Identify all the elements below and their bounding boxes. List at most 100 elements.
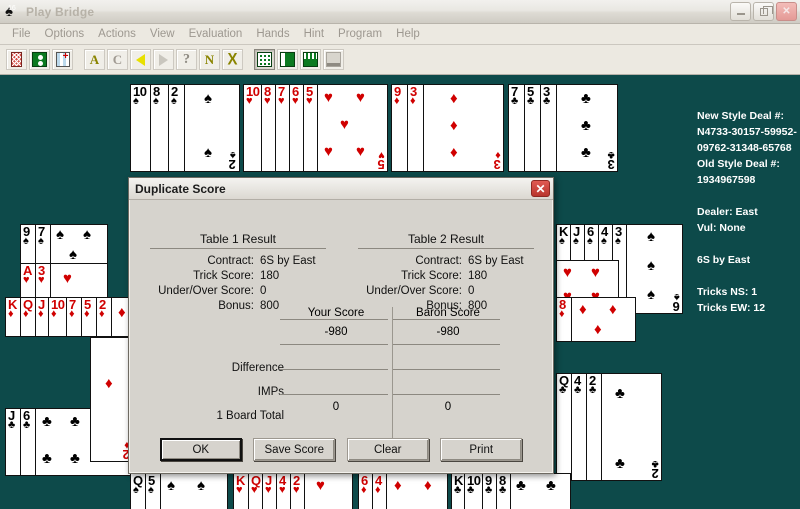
card-east-clubs[interactable]: Q ♣ 4 ♣ 2 ♣ ♣ ♣ 2 ♣ bbox=[556, 373, 662, 481]
card-fan-icon[interactable] bbox=[52, 49, 73, 70]
card-north-hearts[interactable]: 10 ♥ 8 ♥ 7 ♥ 6 ♥ 5 ♥ ♥ ♥ ♥ ♥ ♥ 5 ♥ bbox=[243, 84, 388, 172]
menu-help[interactable]: Help bbox=[389, 26, 427, 42]
menu-file[interactable]: File bbox=[5, 26, 38, 42]
table1-heading: Table 1 Result bbox=[199, 232, 277, 246]
deal-info-panel: New Style Deal #: N4733-30157-59952- 097… bbox=[697, 108, 800, 316]
menu-evaluation[interactable]: Evaluation bbox=[182, 26, 250, 42]
divider bbox=[150, 248, 326, 249]
menu-bar: File Options Actions View Evaluation Han… bbox=[0, 24, 800, 45]
divider bbox=[358, 248, 534, 249]
table-grid-icon[interactable] bbox=[254, 49, 275, 70]
help-question-icon[interactable]: ? bbox=[176, 49, 197, 70]
restore-button[interactable] bbox=[753, 2, 774, 21]
divider bbox=[392, 344, 500, 345]
ok-button[interactable]: OK bbox=[159, 438, 242, 461]
toolbar: A C ? N X bbox=[0, 45, 800, 75]
new-style-deal-line2: 09762-31348-65768 bbox=[697, 142, 792, 154]
divider bbox=[280, 344, 388, 345]
minimize-button[interactable] bbox=[730, 2, 751, 21]
dialog-button-row: OK Save Score Clear Print bbox=[130, 438, 552, 461]
divider bbox=[392, 394, 500, 395]
next-arrow-icon[interactable] bbox=[153, 49, 174, 70]
tricks-ns-info: Tricks NS: 1 bbox=[697, 286, 758, 298]
window-controls: ✕ bbox=[730, 2, 800, 21]
dialog-close-button[interactable]: ✕ bbox=[531, 180, 550, 197]
table-rows-icon[interactable] bbox=[300, 49, 321, 70]
table1-row-contract: Contract: 6S by East bbox=[207, 255, 316, 267]
old-style-deal-label: Old Style Deal #: bbox=[697, 158, 780, 170]
app-spade-badge-icon: ♠ 16 bbox=[5, 2, 16, 20]
tricks-ew-info: Tricks EW: 12 bbox=[697, 302, 766, 314]
divider bbox=[280, 394, 388, 395]
card-south-spades[interactable]: Q ♠ 5 ♠ ♠ ♠ bbox=[130, 473, 228, 509]
card-west-diamonds[interactable]: K ♦ Q ♦ J ♦ 10 ♦ 7 ♦ 5 ♦ 2 ♦ ♦ bbox=[5, 297, 133, 337]
north-letter-n-icon[interactable]: N bbox=[199, 49, 220, 70]
title-bar: ♠ 16 Play Bridge ✕ bbox=[0, 0, 800, 24]
table1-row-under-over: Under/Over Score: 0 bbox=[158, 285, 267, 297]
card-south-clubs[interactable]: K ♣ 10 ♣ 9 ♣ 8 ♣ ♣ ♣ bbox=[451, 473, 571, 509]
green-table-icon[interactable] bbox=[29, 49, 50, 70]
card-west-diamonds-tail[interactable]: ♦ 2♦ bbox=[90, 337, 133, 462]
card-north-diamonds[interactable]: 9 ♦ 3 ♦ ♦ ♦ ♦ 3 ♦ bbox=[391, 84, 504, 172]
score-label-difference: Difference bbox=[231, 362, 284, 374]
card-north-clubs[interactable]: 7 ♣ 5 ♣ 3 ♣ ♣ ♣ ♣ 3 ♣ bbox=[508, 84, 618, 172]
clear-button[interactable]: Clear bbox=[346, 438, 429, 461]
card-north-spades[interactable]: 10 ♠ 8 ♠ 2 ♠ ♠ ♠ 2 ♠ bbox=[130, 84, 240, 172]
close-window-button[interactable]: ✕ bbox=[776, 2, 797, 21]
score-label-blank bbox=[144, 332, 284, 356]
divider bbox=[280, 369, 388, 370]
window-title: Play Bridge bbox=[26, 4, 95, 19]
new-style-deal-line1: N4733-30157-59952- bbox=[697, 126, 797, 138]
score-label-imps: IMPs bbox=[257, 386, 284, 398]
old-style-deal-value: 1934967598 bbox=[697, 174, 756, 186]
card-south-hearts[interactable]: K ♥ Q ♥ J ♥ 4 ♥ 2 ♥ ♥ bbox=[233, 473, 353, 509]
table2-row-contract: Contract: 6S by East bbox=[415, 255, 524, 267]
table1-result-block: Table 1 Result Contract: 6S by East Trick… bbox=[138, 232, 338, 314]
pip: ♠ bbox=[204, 90, 212, 107]
board-total-your-value: 0 bbox=[332, 401, 340, 413]
dialog-body: Table 1 Result Contract: 6S by East Trick… bbox=[129, 200, 553, 473]
previous-arrow-icon[interactable] bbox=[130, 49, 151, 70]
divider bbox=[280, 319, 388, 320]
application-window: ♠ 16 Play Bridge ✕ File Options Actions V… bbox=[0, 0, 800, 509]
menu-view[interactable]: View bbox=[143, 26, 182, 42]
score-row-labels: Difference IMPs 1 Board Total bbox=[144, 332, 284, 428]
menu-hands[interactable]: Hands bbox=[249, 26, 296, 42]
score-column-divider bbox=[392, 307, 393, 442]
claim-x-icon[interactable]: X bbox=[222, 49, 243, 70]
table1-row-trick-score: Trick Score: 180 bbox=[193, 270, 280, 282]
contract-info: 6S by East bbox=[697, 254, 751, 266]
your-score-header: Your Score bbox=[307, 307, 365, 319]
baron-score-value: -980 bbox=[436, 326, 460, 338]
table2-row-under-over: Under/Over Score: 0 bbox=[366, 285, 475, 297]
your-score-value: -980 bbox=[324, 326, 348, 338]
menu-program[interactable]: Program bbox=[331, 26, 389, 42]
card-west-spades[interactable]: 9 ♠ 7 ♠ ♠ ♠ ♠ bbox=[20, 224, 108, 266]
table-blank-icon[interactable] bbox=[323, 49, 344, 70]
divider bbox=[392, 369, 500, 370]
menu-actions[interactable]: Actions bbox=[91, 26, 143, 42]
score-table: Your Score Baron Score -980 -980 0 0 bbox=[280, 307, 516, 419]
duplicate-score-dialog: Duplicate Score ✕ Table 1 Result Contrac… bbox=[128, 177, 554, 474]
board-total-baron-value: 0 bbox=[444, 401, 452, 413]
divider bbox=[392, 319, 500, 320]
card-south-diamonds[interactable]: 6 ♦ 4 ♦ ♦ ♦ bbox=[358, 473, 448, 509]
table2-heading: Table 2 Result bbox=[407, 232, 485, 246]
vulnerability-info: Vul: None bbox=[697, 222, 746, 234]
close-icon: ✕ bbox=[782, 5, 791, 17]
pip: ♠ bbox=[204, 144, 212, 161]
print-button[interactable]: Print bbox=[440, 438, 523, 461]
contract-letter-c-icon[interactable]: C bbox=[107, 49, 128, 70]
baron-score-header: Baron Score bbox=[416, 307, 480, 319]
card-east-diamonds[interactable]: 8 ♦ ♦ ♦ ♦ bbox=[556, 297, 636, 342]
menu-hint[interactable]: Hint bbox=[297, 26, 331, 42]
dialog-title: Duplicate Score bbox=[135, 181, 226, 196]
save-score-button[interactable]: Save Score bbox=[253, 438, 336, 461]
dealer-info: Dealer: East bbox=[697, 206, 758, 218]
score-label-board-total: 1 Board Total bbox=[216, 410, 284, 422]
card-back-icon[interactable] bbox=[6, 49, 27, 70]
close-icon: ✕ bbox=[535, 181, 546, 196]
menu-options[interactable]: Options bbox=[38, 26, 92, 42]
auction-letter-a-icon[interactable]: A bbox=[84, 49, 105, 70]
table-split-icon[interactable] bbox=[277, 49, 298, 70]
